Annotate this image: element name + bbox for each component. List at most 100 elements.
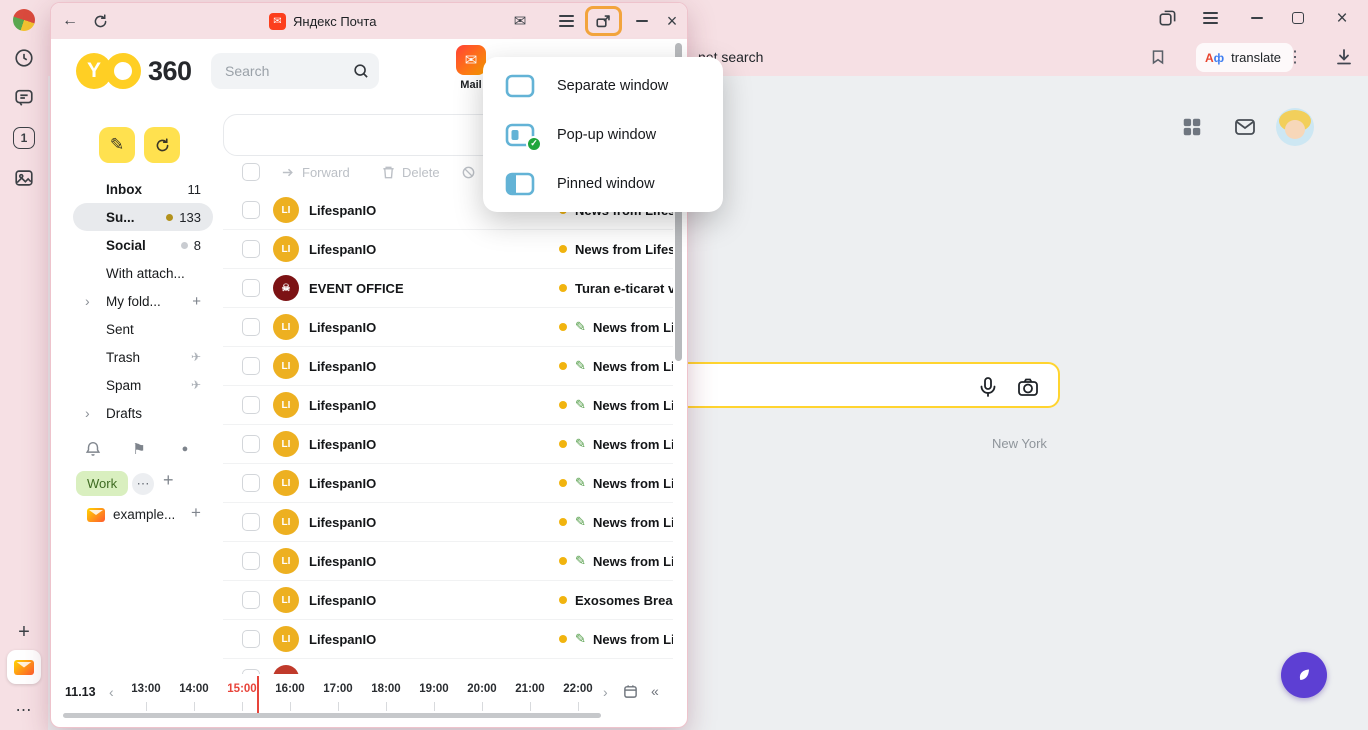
refresh-button[interactable]	[144, 127, 180, 163]
message-checkbox[interactable]	[242, 552, 260, 570]
timeline-collapse-icon[interactable]: «	[651, 683, 659, 699]
add-panel-icon[interactable]: +	[12, 620, 36, 644]
message-row[interactable]: LILifespanIO✎News from Lifespan.	[223, 542, 673, 581]
message-row[interactable]: LILifespanIO✎News from Lifespan.	[223, 503, 673, 542]
voice-search-icon[interactable]	[975, 374, 1001, 400]
labels-more-icon[interactable]: ⋯	[132, 473, 154, 495]
message-checkbox[interactable]	[242, 279, 260, 297]
folder-item-inbox[interactable]: Inbox11	[73, 175, 213, 203]
message-checkbox[interactable]	[242, 396, 260, 414]
compose-button[interactable]: ✎	[99, 127, 135, 163]
send-icon[interactable]: ✈	[191, 350, 201, 364]
yandex-search-bar[interactable]	[640, 362, 1060, 408]
profile-avatar[interactable]	[12, 8, 36, 32]
menu-item-pop-up-window[interactable]: ✓Pop-up window	[483, 110, 723, 159]
message-checkbox[interactable]	[242, 591, 260, 609]
send-icon[interactable]: ✈	[191, 378, 201, 392]
history-icon[interactable]	[12, 46, 36, 70]
popup-titlebar[interactable]: ← ✉ Яндекс Почта ✉ ×	[51, 3, 687, 39]
spam-button[interactable]	[461, 165, 476, 180]
location-hint[interactable]: New York	[992, 436, 1047, 451]
folder-item-sent[interactable]: Sent	[73, 315, 213, 343]
browser-menu-icon[interactable]	[1196, 4, 1224, 32]
downloads-icon[interactable]	[1332, 45, 1356, 69]
mail-envelope-icon[interactable]	[1232, 114, 1258, 140]
status-dot-icon[interactable]: ●	[171, 435, 199, 463]
timeline-calendar-icon[interactable]	[623, 684, 638, 704]
timeline-prev-icon[interactable]: ‹	[109, 684, 114, 700]
select-all-checkbox[interactable]	[242, 163, 260, 181]
popup-minimize-button[interactable]	[629, 8, 655, 34]
folder-label: Su...	[106, 210, 135, 225]
menu-item-separate-window[interactable]: Separate window	[483, 61, 723, 110]
services-grid-icon[interactable]	[1180, 115, 1204, 139]
sender-avatar: LI	[273, 470, 299, 496]
screenshot-icon[interactable]	[12, 166, 36, 190]
folder-item-trash[interactable]: Trash✈	[73, 343, 213, 371]
folder-item-myfold[interactable]: ›My fold...+	[73, 287, 213, 315]
message-row[interactable]: LILifespanIO✎News from Lifespan.	[223, 308, 673, 347]
folder-item-spam[interactable]: Spam✈	[73, 371, 213, 399]
message-row[interactable]: LILifespanIONews from Lifespan.	[223, 230, 673, 269]
notifications-bell-icon[interactable]	[79, 435, 107, 463]
bookmarks-flag-icon[interactable]: ⚑	[125, 435, 153, 463]
more-panels-icon[interactable]: ⋯	[12, 698, 36, 722]
alice-assistant-button[interactable]	[1281, 652, 1327, 698]
label-work[interactable]: Work	[76, 471, 128, 496]
folder-item-social[interactable]: Social8	[73, 231, 213, 259]
message-row[interactable]: LILifespanIO✎News from Lifespan.	[223, 425, 673, 464]
mail-search[interactable]	[211, 53, 379, 89]
search-icon[interactable]	[352, 62, 370, 85]
account-label[interactable]: example...	[113, 507, 175, 522]
notes-badge[interactable]: 1	[12, 126, 36, 150]
message-checkbox[interactable]	[242, 513, 260, 531]
message-row[interactable]: LILifespanIOExosomes Break Rat Lif	[223, 581, 673, 620]
user-avatar[interactable]	[1276, 108, 1314, 146]
reload-icon[interactable]	[87, 8, 113, 34]
window-close-button[interactable]: ×	[1328, 4, 1356, 32]
tab-panels-icon[interactable]	[1153, 4, 1181, 32]
message-checkbox[interactable]	[242, 474, 260, 492]
message-row[interactable]	[223, 659, 673, 674]
forward-button[interactable]: Forward	[281, 165, 350, 180]
message-row[interactable]: LILifespanIO✎News from Lifespan.	[223, 464, 673, 503]
mail-app-shortcut[interactable]	[7, 650, 41, 684]
message-checkbox[interactable]	[242, 630, 260, 648]
mail-search-input[interactable]	[225, 60, 345, 82]
account-mail-icon	[87, 508, 105, 522]
timeline-next-icon[interactable]: ›	[603, 684, 608, 700]
window-minimize-button[interactable]	[1243, 4, 1271, 32]
window-maximize-button[interactable]	[1284, 4, 1312, 32]
popup-menu-icon[interactable]	[553, 8, 579, 34]
menu-item-pinned-window[interactable]: Pinned window	[483, 159, 723, 208]
message-checkbox[interactable]	[242, 357, 260, 375]
message-checkbox[interactable]	[242, 318, 260, 336]
add-folder-icon[interactable]: +	[192, 293, 201, 310]
popup-close-button[interactable]: ×	[659, 8, 685, 34]
chat-icon[interactable]	[12, 86, 36, 110]
horizontal-scrollbar[interactable]	[63, 713, 601, 718]
message-checkbox[interactable]	[242, 435, 260, 453]
back-icon[interactable]: ←	[57, 8, 83, 34]
address-kebab-icon[interactable]: ⋮	[1287, 47, 1303, 67]
message-row[interactable]: LILifespanIO✎News from Lifespan.	[223, 347, 673, 386]
add-label-icon[interactable]: +	[163, 470, 174, 491]
folder-item-withattach[interactable]: With attach...	[73, 259, 213, 287]
message-row[interactable]: LILifespanIO✎News from Lifespan.	[223, 620, 673, 659]
message-checkbox[interactable]	[242, 240, 260, 258]
message-checkbox[interactable]	[242, 201, 260, 219]
expand-chevron-icon[interactable]: ›	[85, 405, 90, 421]
window-mode-button[interactable]	[585, 6, 622, 36]
message-row[interactable]: ☠EVENT OFFICETuran e-ticarət və e-ixra	[223, 269, 673, 308]
image-search-icon[interactable]	[1015, 374, 1041, 400]
expand-chevron-icon[interactable]: ›	[85, 293, 90, 309]
bookmark-flag-icon[interactable]	[1146, 45, 1170, 69]
unread-envelope-icon[interactable]: ✉	[507, 8, 533, 34]
add-account-icon[interactable]: +	[191, 503, 201, 523]
folder-item-drafts[interactable]: ›Drafts	[73, 399, 213, 427]
translate-button[interactable]: Aф translate	[1196, 43, 1293, 72]
message-subject: News from Lifespan.	[593, 515, 673, 530]
folder-item-su[interactable]: Su...133	[73, 203, 213, 231]
delete-button[interactable]: Delete	[381, 165, 440, 180]
message-row[interactable]: LILifespanIO✎News from Lifespan.	[223, 386, 673, 425]
